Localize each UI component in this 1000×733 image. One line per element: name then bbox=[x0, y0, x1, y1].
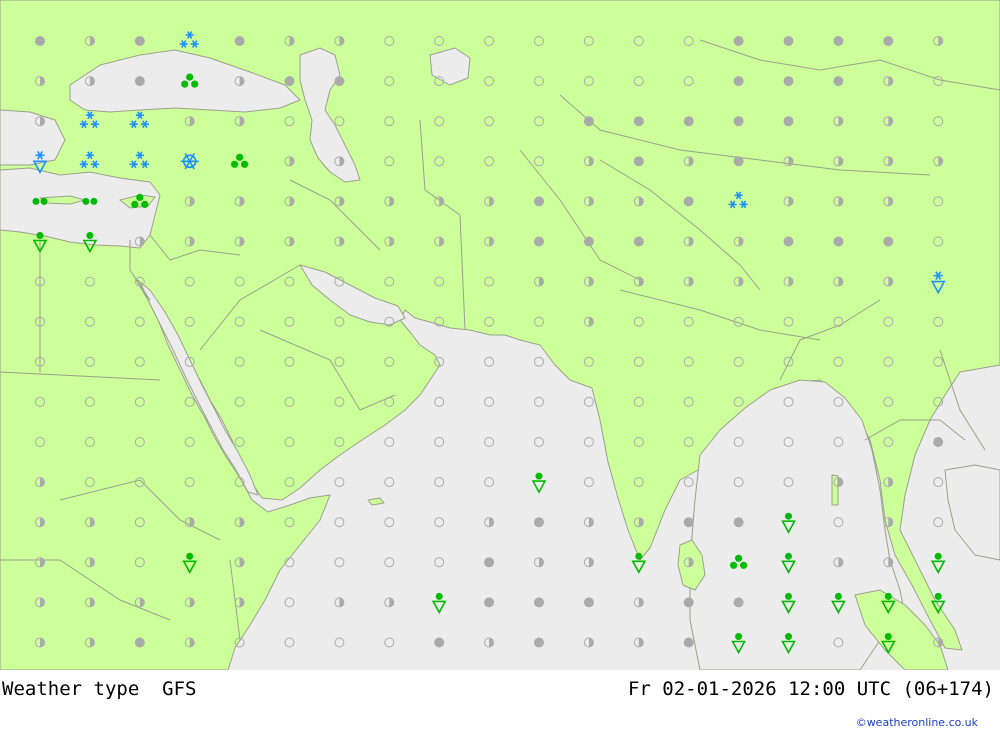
cloud-cover-overcast bbox=[733, 597, 744, 608]
cloud-cover-overcast bbox=[633, 156, 644, 167]
cloud-cover-overcast bbox=[134, 637, 145, 648]
cloud-cover-overcast bbox=[683, 597, 694, 608]
cloud-cover-overcast bbox=[284, 76, 295, 87]
cloud-cover-overcast bbox=[35, 36, 45, 46]
cloud-cover-overcast bbox=[583, 116, 594, 127]
cloud-cover-overcast bbox=[833, 76, 844, 87]
cloud-cover-overcast bbox=[783, 116, 794, 127]
cloud-cover-overcast bbox=[534, 597, 544, 608]
cloud-cover-overcast bbox=[683, 517, 694, 528]
cloud-cover-overcast bbox=[833, 236, 844, 247]
cloud-cover-overcast bbox=[733, 116, 744, 127]
cloud-cover-overcast bbox=[583, 236, 594, 247]
cloud-cover-overcast bbox=[534, 637, 544, 648]
cloud-cover-overcast bbox=[733, 76, 744, 87]
cloud-cover-overcast bbox=[434, 637, 445, 648]
cloud-cover-overcast bbox=[583, 597, 594, 608]
cloud-cover-overcast bbox=[534, 517, 544, 528]
model-name: GFS bbox=[162, 678, 197, 700]
cloud-cover-overcast bbox=[783, 236, 794, 247]
cloud-cover-overcast bbox=[683, 196, 694, 207]
cloud-cover-overcast bbox=[783, 36, 794, 46]
cloud-cover-overcast bbox=[234, 36, 245, 46]
cloud-cover-overcast bbox=[134, 36, 145, 46]
weather-map bbox=[0, 0, 1000, 670]
cloud-cover-overcast bbox=[783, 76, 794, 87]
cloud-cover-overcast bbox=[334, 76, 345, 87]
cloud-cover-overcast bbox=[534, 196, 544, 207]
cloud-cover-overcast bbox=[733, 36, 744, 46]
cloud-cover-overcast bbox=[833, 36, 844, 46]
map-title-text: Weather type bbox=[2, 678, 140, 700]
cloud-cover-overcast bbox=[633, 236, 644, 247]
cloud-cover-overcast bbox=[683, 637, 694, 648]
map-title: Weather type GFS bbox=[2, 678, 197, 700]
cloud-cover-overcast bbox=[733, 156, 744, 167]
cloud-cover-overcast bbox=[134, 76, 145, 87]
forecast-datetime: Fr 02-01-2026 12:00 UTC (06+174) bbox=[627, 678, 994, 700]
cloud-cover-overcast bbox=[883, 236, 894, 247]
source-credit: ©weatheronline.co.uk bbox=[855, 716, 978, 729]
cloud-cover-overcast bbox=[534, 236, 544, 247]
cloud-cover-overcast bbox=[733, 517, 744, 528]
cloud-cover-overcast bbox=[683, 116, 694, 127]
cloud-cover-overcast bbox=[484, 557, 495, 568]
cloud-cover-overcast bbox=[933, 437, 944, 447]
map-canvas bbox=[0, 0, 1000, 670]
cloud-cover-overcast bbox=[484, 597, 495, 608]
cloud-cover-overcast bbox=[633, 116, 644, 127]
cloud-cover-overcast bbox=[883, 36, 894, 46]
